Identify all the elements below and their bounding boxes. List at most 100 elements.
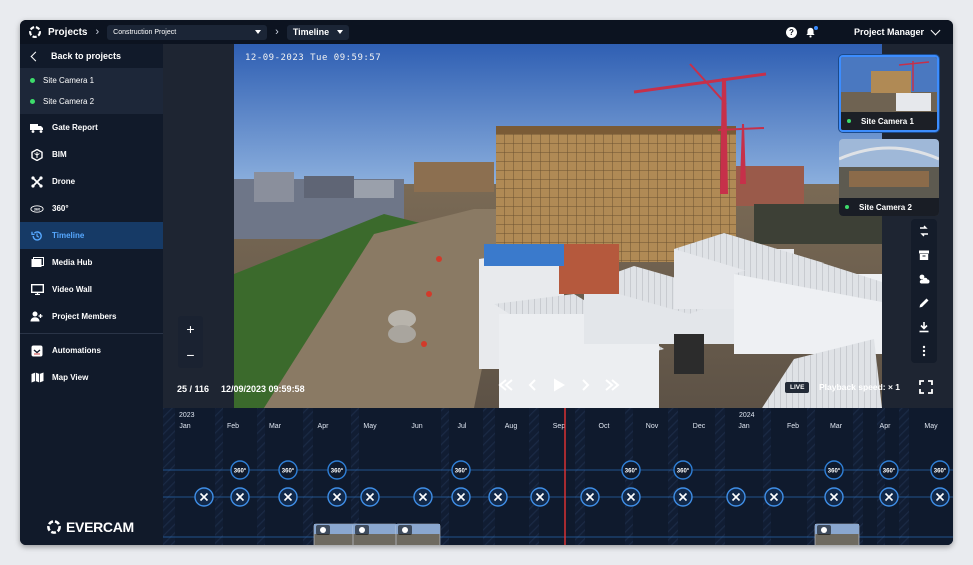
view-select[interactable]: Timeline [286,24,349,40]
sidebar-item-timeline[interactable]: Timeline [20,222,163,249]
timeline-drone-marker[interactable] [230,487,250,507]
timeline-month-label[interactable]: Jun [411,423,422,430]
camera-thumbnail-1[interactable]: Site Camera 1 [839,55,939,132]
more-icon[interactable] [918,345,930,357]
timeline-month-label[interactable]: Mar [830,423,843,430]
weather-icon[interactable] [918,273,930,285]
previous-frame-icon[interactable] [528,379,538,391]
next-frame-icon[interactable] [580,379,590,391]
timeline-drone-marker[interactable] [451,487,471,507]
compare-icon[interactable] [918,225,930,237]
timeline-drone-marker[interactable] [530,487,550,507]
sidebar-item-automations[interactable]: Automations [20,337,163,364]
zoom-controls: + − [178,316,203,368]
timeline-media-thumbnail[interactable] [313,523,359,545]
timeline-360-marker[interactable]: 360° [230,460,250,480]
timeline-360-marker[interactable]: 360° [673,460,693,480]
timeline-month-label[interactable]: Jan [738,423,749,430]
download-icon[interactable] [918,321,930,333]
timeline-360-marker[interactable]: 360° [327,460,347,480]
fullscreen-icon[interactable] [919,380,933,394]
map-icon [30,372,44,384]
timeline-month-label[interactable]: Aug [505,423,518,430]
timeline-360-marker[interactable]: 360° [824,460,844,480]
sidebar-item-media-hub[interactable]: Media Hub [20,249,163,276]
timeline-drone-marker[interactable] [580,487,600,507]
timeline-drone-marker[interactable] [360,487,380,507]
timeline-gap-region [807,408,815,545]
timeline-drone-marker[interactable] [413,487,433,507]
sidebar-item-label: BIM [52,150,67,159]
sidebar-item-bim[interactable]: BIM [20,141,163,168]
sidebar-item-map-view[interactable]: Map View [20,364,163,391]
archive-icon[interactable] [918,249,930,261]
notification-bell-icon[interactable] [805,25,818,38]
timeline-drone-marker[interactable] [764,487,784,507]
sidebar-item-project-members[interactable]: Project Members [20,303,163,330]
timeline-360-marker[interactable]: 360° [930,460,950,480]
timeline-360-marker[interactable]: 360° [451,460,471,480]
help-icon[interactable]: ? [785,26,797,38]
timeline-media-thumbnail[interactable] [814,523,860,545]
fast-forward-icon[interactable] [604,379,620,391]
timeline-month-label[interactable]: Jul [458,423,467,430]
timeline-month-label[interactable]: May [363,423,377,430]
project-select[interactable]: Construction Project [107,24,268,40]
sidebar-item-video-wall[interactable]: Video Wall [20,276,163,303]
360-icon: 360° [883,469,896,475]
sidebar-item-drone[interactable]: Drone [20,168,163,195]
sidebar-item-gate-report[interactable]: Gate Report [20,114,163,141]
360-icon: 360° [828,469,841,475]
chevron-down-icon[interactable] [930,25,941,36]
timeline-month-label[interactable]: Nov [646,423,659,430]
user-menu[interactable]: Project Manager [854,27,924,37]
timeline-360-marker[interactable]: 360° [278,460,298,480]
timeline-track[interactable]: 2023 2024 Jan Feb Mar Apr May Jun Jul Aug Sep Oct No… [163,408,953,545]
timeline-panel[interactable]: 2023 2024 Jan Feb Mar Apr May Jun Jul Aug Sep Oct No… [163,408,953,545]
timeline-drone-marker[interactable] [194,487,214,507]
cloud-icon [821,527,827,533]
timeline-month-label[interactable]: Sep [553,423,566,430]
timeline-month-label[interactable]: Feb [787,423,799,430]
timeline-drone-marker[interactable] [726,487,746,507]
timeline-media-thumbnail[interactable] [395,523,441,545]
camera-thumbnail-2[interactable]: Site Camera 2 [839,139,939,216]
play-icon[interactable] [552,378,566,392]
fast-rewind-icon[interactable] [498,379,514,391]
edit-icon[interactable] [918,297,930,309]
sidebar-item-360[interactable]: 360 360° [20,195,163,222]
timeline-drone-marker[interactable] [673,487,693,507]
sidebar-camera-2[interactable]: Site Camera 2 [20,91,163,112]
timeline-month-label[interactable]: May [924,423,938,430]
zoom-in-button[interactable]: + [178,316,203,342]
timeline-drone-marker[interactable] [327,487,347,507]
timeline-month-label[interactable]: Feb [227,423,239,430]
timeline-month-label[interactable]: Apr [318,423,330,430]
zoom-out-button[interactable]: − [178,342,203,368]
timeline-drone-marker[interactable] [879,487,899,507]
timeline-month-label[interactable]: Jan [179,423,190,430]
status-dot [845,205,849,209]
timeline-media-thumbnail[interactable] [352,523,398,545]
timeline-month-label[interactable]: Mar [269,423,282,430]
timeline-gap-region [763,408,771,545]
playback-speed-control[interactable]: Playback speed: × 1 [819,382,900,392]
live-button[interactable]: LIVE [785,382,810,393]
timeline-drone-marker[interactable] [621,487,641,507]
sidebar-camera-1[interactable]: Site Camera 1 [20,70,163,91]
timeline-drone-marker[interactable] [488,487,508,507]
timeline-month-label[interactable]: Apr [880,423,892,430]
back-to-projects-link[interactable]: Back to projects [20,44,163,68]
timeline-360-marker[interactable]: 360° [621,460,641,480]
evercam-logo-icon[interactable] [28,25,42,39]
projects-link[interactable]: Projects [48,27,87,38]
timeline-drone-marker[interactable] [278,487,298,507]
timeline-month-label[interactable]: Dec [693,423,706,430]
timeline-month-label[interactable]: Oct [599,423,610,430]
timeline-drone-marker[interactable] [930,487,950,507]
construction-site-snapshot[interactable] [234,44,882,408]
360-icon: 360° [455,469,468,475]
timeline-drone-marker[interactable] [824,487,844,507]
timeline-360-marker[interactable]: 360° [879,460,899,480]
status-dot [847,119,851,123]
